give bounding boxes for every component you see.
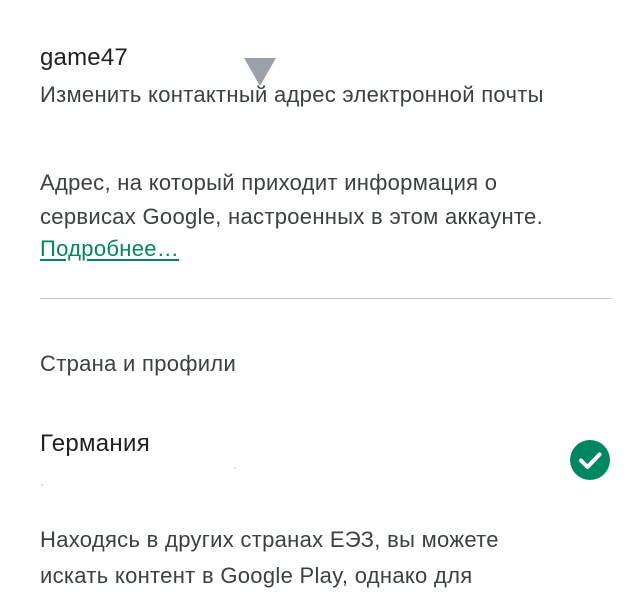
divider	[40, 298, 611, 299]
email-description: Адрес, на который приходит информация о …	[40, 166, 620, 234]
speck	[41, 484, 43, 486]
description-line: Адрес, на который приходит информация о	[40, 170, 498, 195]
country-note: Находясь в других странах ЕЭЗ, вы можете…	[40, 522, 620, 594]
speck	[234, 467, 236, 469]
change-contact-email-link[interactable]: Изменить контактный адрес электронной по…	[40, 82, 544, 108]
note-line: искать контент в Google Play, однако для	[40, 563, 473, 588]
country-name[interactable]: Германия	[40, 430, 150, 458]
contact-email-value: game47	[40, 44, 128, 71]
description-line: сервисах Google, настроенных в этом акка…	[40, 204, 543, 229]
note-line: Находясь в других странах ЕЭЗ, вы можете	[40, 527, 499, 552]
check-circle-icon	[570, 440, 610, 480]
learn-more-link[interactable]: Подробнее…	[40, 236, 179, 262]
section-title-country: Страна и профили	[40, 351, 237, 376]
checkmark-glyph	[579, 452, 602, 469]
